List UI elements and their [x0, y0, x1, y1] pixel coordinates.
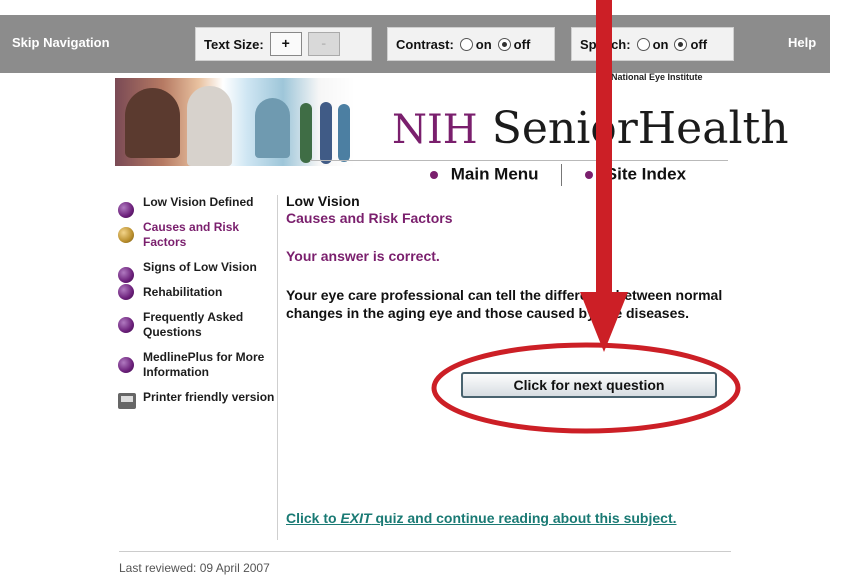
- page-title: Low Vision: [286, 193, 360, 209]
- exit-link-prefix: Click to: [286, 510, 341, 526]
- printer-icon: [118, 393, 136, 409]
- header-photo-strip: [115, 78, 355, 166]
- sidebar-item-label: Low Vision Defined: [143, 195, 254, 209]
- contrast-off-label: off: [513, 36, 531, 52]
- text-size-control: Text Size: + -: [195, 27, 372, 61]
- logo-main: SeniorHealth: [491, 103, 789, 154]
- page-subtitle: Causes and Risk Factors: [286, 210, 453, 226]
- sidebar-item-signs-of-low-vision[interactable]: Signs of Low Vision: [118, 260, 278, 283]
- next-question-button[interactable]: Click for next question: [461, 372, 717, 398]
- sidebar-item-label: Causes and Risk Factors: [143, 220, 240, 249]
- main-content: Low Vision Causes and Risk Factors Your …: [286, 193, 746, 322]
- sidebar-item-label: Rehabilitation: [143, 285, 223, 299]
- photo-walker-1: [300, 103, 312, 163]
- answer-status: Your answer is correct.: [286, 248, 440, 264]
- site-index-link[interactable]: Site Index: [606, 164, 686, 183]
- sidebar-item-label: Signs of Low Vision: [143, 260, 257, 274]
- nav-separator: [561, 164, 563, 186]
- main-menu-bullet-icon: [430, 171, 438, 179]
- contrast-off-radio[interactable]: [497, 37, 511, 51]
- site-index-bullet-icon: [585, 171, 594, 179]
- exit-link-suffix: quiz and continue reading about this sub…: [371, 510, 677, 526]
- sidebar-item-label: Frequently Asked Questions: [143, 310, 244, 339]
- speech-off-radio[interactable]: [674, 37, 688, 51]
- nei-label: National Eye Institute: [611, 72, 703, 82]
- top-toolbar: Skip Navigation Text Size: + - Contrast:…: [0, 15, 830, 73]
- sidebar-item-label: MedlinePlus for More Information: [143, 350, 265, 379]
- text-size-increase-button[interactable]: +: [269, 32, 302, 56]
- speech-control: Speech: on off: [571, 27, 734, 61]
- photo-doctor: [187, 86, 232, 166]
- text-size-decrease-button[interactable]: -: [307, 32, 340, 56]
- content-divider: [277, 195, 278, 540]
- sidebar-item-faq[interactable]: Frequently Asked Questions: [118, 310, 278, 340]
- text-size-label: Text Size:: [204, 36, 264, 52]
- gold-bullet-icon: [118, 227, 134, 243]
- exit-quiz-link[interactable]: Click to EXIT quiz and continue reading …: [286, 509, 686, 527]
- skip-navigation-link[interactable]: Skip Navigation: [12, 35, 110, 50]
- speech-label: Speech:: [580, 36, 631, 52]
- purple-bullet-icon: [118, 202, 134, 218]
- answer-explanation: Your eye care professional can tell the …: [286, 287, 723, 321]
- purple-bullet-icon: [118, 317, 134, 333]
- contrast-control: Contrast: on off: [387, 27, 555, 61]
- photo-family: [125, 88, 180, 158]
- sidebar-item-rehabilitation[interactable]: Rehabilitation: [118, 284, 278, 300]
- sidebar-item-printer-friendly[interactable]: Printer friendly version: [118, 390, 278, 409]
- photo-walker-3: [338, 104, 350, 162]
- sidebar-item-causes-risk-factors[interactable]: Causes and Risk Factors: [118, 220, 278, 250]
- contrast-on-radio[interactable]: [459, 37, 473, 51]
- photo-couple: [255, 98, 290, 158]
- purple-bullet-icon: [118, 357, 134, 373]
- speech-off-label: off: [690, 36, 708, 52]
- sidebar-item-label: Printer friendly version: [143, 390, 275, 404]
- contrast-label: Contrast:: [396, 36, 454, 52]
- header-divider: [310, 160, 728, 161]
- photo-walker-2: [320, 102, 332, 164]
- logo-prefix: NIH: [392, 107, 478, 153]
- header-nav: Main Menu Site Index: [430, 164, 686, 186]
- sidebar-item-low-vision-defined[interactable]: Low Vision Defined: [118, 195, 278, 218]
- purple-bullet-icon: [118, 284, 134, 300]
- help-link[interactable]: Help: [788, 35, 816, 50]
- exit-link-emphasis: EXIT: [340, 510, 372, 526]
- speech-on-label: on: [652, 36, 669, 52]
- sidebar-item-medlineplus[interactable]: MedlinePlus for More Information: [118, 350, 278, 380]
- purple-bullet-icon: [118, 267, 134, 283]
- site-logo[interactable]: NIH SeniorHealth: [392, 103, 789, 154]
- contrast-on-label: on: [475, 36, 492, 52]
- footer-divider: [119, 551, 731, 552]
- main-menu-link[interactable]: Main Menu: [451, 164, 539, 183]
- last-updated-text: Last reviewed: 09 April 2007: [119, 561, 270, 575]
- left-sidebar: Low Vision Defined Causes and Risk Facto…: [118, 195, 278, 415]
- speech-on-radio[interactable]: [636, 37, 650, 51]
